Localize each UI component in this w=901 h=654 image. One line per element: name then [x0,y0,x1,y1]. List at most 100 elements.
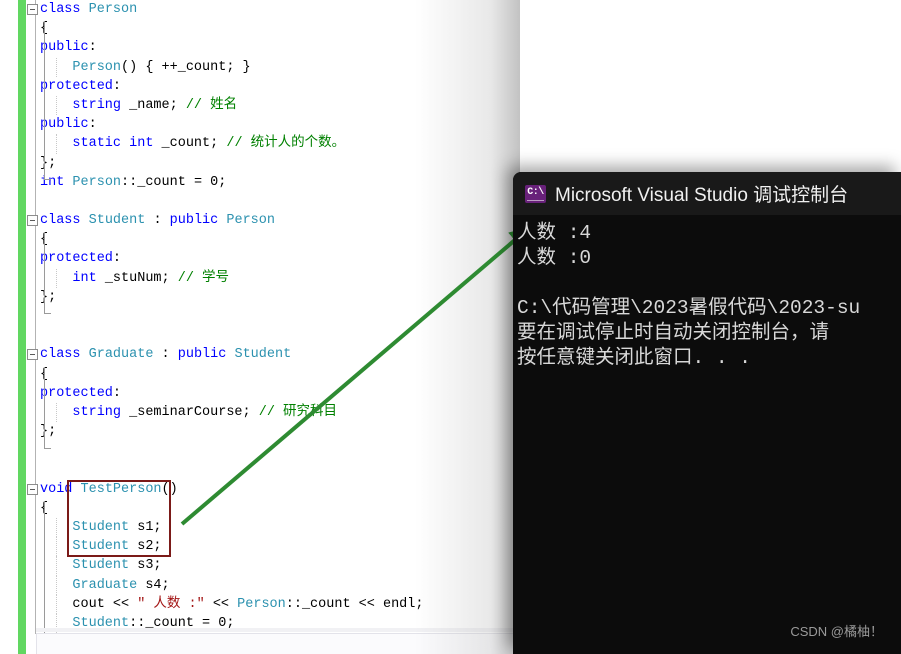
code-line[interactable]: void TestPerson() [0,480,520,499]
console-app-icon: C:\ [525,184,546,203]
code-token-kw: class [40,213,81,229]
indent-guide [56,57,57,77]
code-token-pln: : [112,385,122,401]
code-line[interactable] [0,461,520,480]
code-token-pln: : [145,213,170,229]
fold-collapse-icon[interactable] [27,4,38,15]
code-line[interactable]: public: [0,115,520,134]
code-token-typ: Student [88,213,146,229]
code-token-cmt: // 研究科目 [258,404,338,420]
code-editor-pane[interactable]: class Person{public: Person() { ++_count… [0,0,520,654]
code-line[interactable]: protected: [0,249,520,268]
code-line-text: Student s2; [40,539,161,554]
fold-collapse-icon[interactable] [27,349,38,361]
code-line[interactable]: { [0,19,520,38]
console-line: 人数 :4 [517,222,592,244]
code-line[interactable] [0,307,520,326]
code-token-kw: void [40,481,73,497]
debug-console-window[interactable]: C:\ Microsoft Visual Studio 调试控制台 人数 :4 人… [513,172,901,654]
brace-match-guide [44,366,51,449]
code-token-cmt: // 学号 [177,270,230,286]
code-token-pln: () [161,481,178,497]
fold-collapse-icon[interactable] [27,483,38,495]
code-token-kw: public [177,347,227,363]
code-token-pln: ::_count = 0; [121,174,227,190]
indent-guide [56,402,57,423]
console-icon-glyph: C:\ [527,186,544,198]
code-token-kw: public [169,213,219,229]
code-line[interactable]: { [0,365,520,384]
code-line[interactable]: }; [0,422,520,441]
indent-guide [56,537,57,557]
code-line-text: protected: [40,79,121,94]
code-token-typ: Graduate [72,577,138,593]
code-line[interactable]: }; [0,288,520,307]
code-token-cmt: // 姓名 [185,97,238,113]
code-token-pln [81,347,89,362]
code-line[interactable]: Graduate s4; [0,575,520,595]
indent-guide [56,268,57,288]
code-token-pln: : [153,347,178,363]
code-token-typ: Graduate [88,347,154,363]
code-token-typ: Student [72,558,130,574]
code-token-typ: Student [72,520,130,536]
code-line[interactable]: Student s1; [0,518,520,538]
code-line[interactable]: int _stuNum; // 学号 [0,268,520,288]
code-token-cmt: // 统计人的个数。 [226,136,346,152]
source-code[interactable]: class Person{public: Person() { ++_count… [0,0,520,654]
code-line-text: cout << " 人数 :" << Person::_count << end… [40,597,423,612]
code-token-kw: static int [72,136,154,152]
code-token-pln [81,213,89,228]
code-line[interactable]: int Person::_count = 0; [0,173,520,192]
editor-bottom-strip [36,633,520,654]
code-line[interactable]: { [0,230,520,249]
code-line-text: protected: [40,251,121,266]
code-token-typ: Student [234,347,292,363]
code-token-pln: _stuNum; [96,270,178,286]
code-line-text: class Graduate : public Student [40,347,291,362]
code-line-text: string _seminarCourse; // 研究科目 [40,405,337,420]
code-line[interactable]: class Graduate : public Student [0,345,520,364]
code-token-typ: Person [226,213,275,229]
indent-guide [56,556,57,576]
code-line[interactable]: protected: [0,77,520,96]
code-token-kw: string [72,97,122,113]
code-line[interactable]: Student s2; [0,537,520,557]
code-line[interactable]: Person() { ++_count; } [0,57,520,77]
brace-match-guide [44,21,51,180]
code-line[interactable]: protected: [0,384,520,403]
code-token-kw: class [40,2,81,17]
code-line-text: string _name; // 姓名 [40,98,237,113]
code-line[interactable]: Student s3; [0,556,520,576]
console-titlebar[interactable]: C:\ Microsoft Visual Studio 调试控制台 [513,172,901,215]
indent-guide [56,95,57,116]
code-line[interactable]: { [0,499,520,518]
indent-guide [56,575,57,595]
code-line[interactable]: cout << " 人数 :" << Person::_count << end… [0,594,520,614]
code-line[interactable]: class Person [0,0,520,19]
code-token-pln: () { ++_count; } [121,59,251,75]
code-token-pln [72,482,80,497]
code-line[interactable]: string _name; // 姓名 [0,95,520,116]
code-line[interactable]: class Student : public Person [0,211,520,230]
code-token-typ: Person [88,2,138,17]
code-line[interactable] [0,192,520,211]
brace-match-guide [44,232,51,315]
code-token-kw: class [40,347,81,363]
code-line-text: protected: [40,386,121,401]
code-token-pln: s1; [129,520,162,536]
code-line[interactable]: public: [0,38,520,57]
code-token-pln: _name; [121,97,186,113]
code-line[interactable] [0,441,520,460]
code-token-pln: : [112,251,122,267]
code-line[interactable]: string _seminarCourse; // 研究科目 [0,402,520,423]
code-line[interactable]: }; [0,154,520,173]
code-token-pln: : [88,117,97,133]
fold-collapse-icon[interactable] [27,215,38,227]
code-line[interactable] [0,326,520,345]
console-title-text: Microsoft Visual Studio 调试控制台 [555,185,849,206]
code-line-text: Student s1; [40,520,162,536]
code-line-text: int Person::_count = 0; [40,175,226,190]
code-line[interactable]: static int _count; // 统计人的个数。 [0,134,520,154]
code-token-pln: ::_count << endl; [285,596,424,612]
